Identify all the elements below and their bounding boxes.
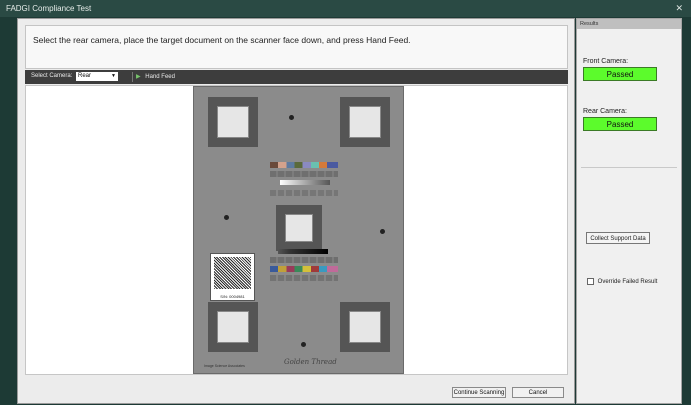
dark-ramp: [278, 249, 328, 254]
continue-scanning-button[interactable]: Continue Scanning: [452, 387, 506, 398]
rear-camera-status: Passed: [583, 117, 657, 131]
corner-target: [208, 97, 258, 147]
title-bar: FADGI Compliance Test ✕: [0, 0, 691, 17]
scan-footer: Image Science Associates Golden Thread: [204, 358, 394, 370]
window-title: FADGI Compliance Test: [6, 4, 92, 13]
color-swatch-row: [270, 162, 338, 168]
close-icon[interactable]: ✕: [675, 0, 683, 17]
scan-footer-text: Image Science Associates: [204, 364, 245, 368]
signature: Golden Thread: [284, 358, 337, 366]
play-icon: ▶: [136, 74, 141, 80]
registration-dot: [380, 229, 385, 234]
hand-feed-label: Hand Feed: [145, 74, 175, 80]
gray-swatch-row: [270, 275, 338, 281]
scanned-target-image: S/N: 0004981 Image Science Associates Go…: [193, 86, 404, 374]
registration-dot: [301, 342, 306, 347]
front-camera-status: Passed: [583, 67, 657, 81]
results-divider: [581, 167, 677, 168]
camera-select[interactable]: Rear ▼: [76, 72, 118, 81]
camera-select-value: Rear: [78, 73, 92, 79]
scan-viewer: S/N: 0004981 Image Science Associates Go…: [25, 85, 568, 375]
registration-dot: [224, 215, 229, 220]
gray-swatch-row: [270, 257, 338, 263]
toolbar-divider: [132, 72, 133, 82]
camera-toolbar: Select Camera: Rear ▼ ▶ Hand Feed: [25, 70, 568, 84]
corner-target: [340, 97, 390, 147]
hand-feed-button[interactable]: ▶ Hand Feed: [136, 73, 175, 80]
registration-dot: [289, 115, 294, 120]
front-camera-label: Front Camera:: [583, 58, 629, 65]
chevron-down-icon: ▼: [111, 73, 116, 79]
cancel-button[interactable]: Cancel: [512, 387, 564, 398]
corner-target: [208, 302, 258, 352]
collect-support-data-button[interactable]: Collect Support Data: [586, 232, 650, 244]
override-failed-result-checkbox[interactable]: Override Failed Result: [587, 278, 657, 285]
override-label: Override Failed Result: [597, 279, 658, 286]
qr-code: S/N: 0004981: [210, 253, 255, 301]
main-panel: Select the rear camera, place the target…: [17, 18, 575, 404]
checkbox-icon[interactable]: [587, 278, 594, 285]
instruction-text: Select the rear camera, place the target…: [25, 25, 568, 69]
results-header: Results: [577, 19, 681, 29]
rear-camera-label: Rear Camera:: [583, 108, 627, 115]
gray-swatch-row: [270, 190, 338, 196]
grayscale-ramp: [280, 180, 330, 185]
gray-swatch-row: [270, 171, 338, 177]
select-camera-label: Select Camera:: [31, 73, 73, 79]
results-panel: Results Front Camera: Passed Rear Camera…: [576, 18, 682, 404]
serial-number: S/N: 0004981: [220, 294, 245, 299]
color-swatch-row: [270, 266, 338, 272]
corner-target: [340, 302, 390, 352]
center-target: [276, 205, 322, 251]
